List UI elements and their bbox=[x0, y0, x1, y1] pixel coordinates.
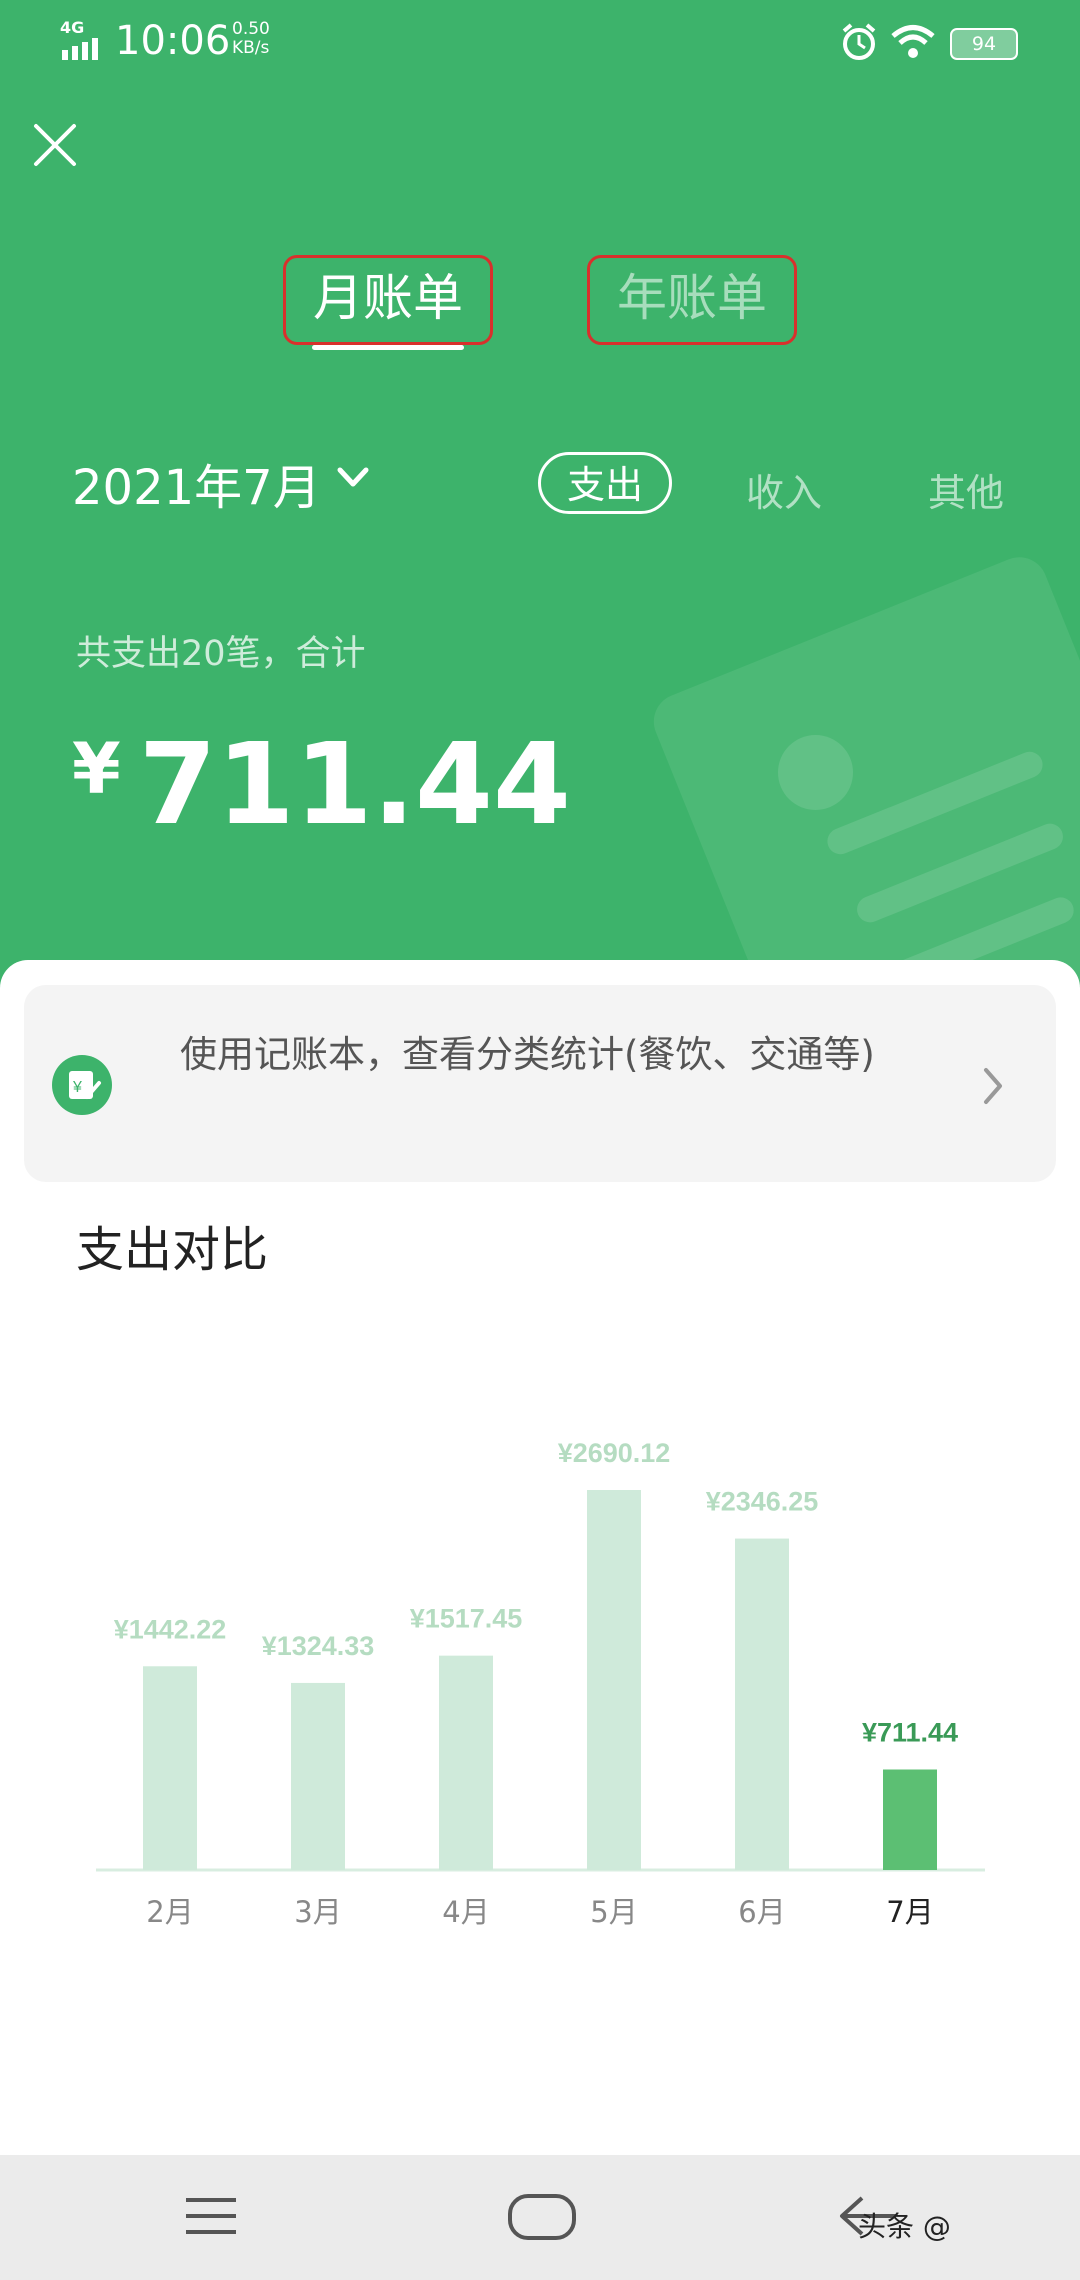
bar-7月 bbox=[883, 1769, 937, 1870]
ledger-icon: ¥ bbox=[52, 1055, 112, 1115]
bar-value-label: ¥711.44 bbox=[862, 1718, 958, 1748]
section-title: 支出对比 bbox=[76, 1222, 269, 1278]
x-tick-label: 4月 bbox=[442, 1895, 489, 1929]
filter-other-button[interactable]: 其他 bbox=[928, 462, 1004, 517]
signal-icon bbox=[62, 38, 98, 60]
wifi-icon bbox=[891, 25, 935, 58]
close-icon[interactable] bbox=[30, 120, 80, 170]
active-tab-indicator bbox=[312, 345, 464, 350]
chevron-right-icon[interactable] bbox=[982, 1066, 1004, 1106]
bar-value-label: ¥1517.45 bbox=[410, 1604, 523, 1634]
bar-2月 bbox=[143, 1666, 197, 1870]
expense-summary: 共支出20笔，合计 bbox=[76, 634, 366, 674]
promo-text[interactable]: 使用记账本，查看分类统计(餐饮、交通等) bbox=[180, 1025, 940, 1085]
watermark-text: 头条 @ bbox=[858, 2210, 951, 2243]
speed-unit: KB/s bbox=[232, 38, 270, 58]
speed-value: 0.50 bbox=[232, 19, 270, 39]
filter-income-button[interactable]: 收入 bbox=[746, 462, 822, 517]
bar-value-label: ¥1442.22 bbox=[114, 1614, 227, 1644]
total-amount: ¥711.44 bbox=[72, 720, 571, 850]
bar-5月 bbox=[587, 1490, 641, 1870]
x-tick-label: 5月 bbox=[590, 1895, 637, 1929]
bar-value-label: ¥2690.12 bbox=[558, 1438, 671, 1468]
home-icon[interactable] bbox=[508, 2194, 576, 2240]
decorative-circle bbox=[778, 735, 853, 810]
chevron-down-icon[interactable] bbox=[336, 466, 370, 490]
status-bar: 4G 10:06 0.50 KB/s 94 bbox=[0, 0, 1080, 90]
x-tick-label: 3月 bbox=[294, 1895, 341, 1929]
svg-text:¥: ¥ bbox=[72, 1079, 82, 1096]
x-tick-label: 6月 bbox=[738, 1895, 785, 1929]
battery-icon: 94 bbox=[950, 28, 1018, 60]
tab-monthly-bill[interactable]: 月账单 bbox=[283, 255, 493, 345]
alarm-icon bbox=[842, 23, 876, 60]
network-speed: 0.50 KB/s bbox=[232, 20, 270, 58]
month-picker[interactable]: 2021年7月 bbox=[72, 448, 321, 518]
filter-expense-button[interactable]: 支出 bbox=[538, 452, 672, 514]
x-tick-label: 2月 bbox=[146, 1895, 193, 1929]
bar-4月 bbox=[439, 1655, 493, 1870]
total-value: 711.44 bbox=[138, 720, 571, 850]
status-time: 10:06 bbox=[115, 18, 231, 64]
expense-comparison-chart: ¥1442.22 2月 ¥1324.33 3月 ¥1517.45 4月 ¥2690.12 5月… bbox=[96, 1438, 985, 1929]
x-tick-label: 7月 bbox=[886, 1895, 933, 1929]
menu-icon[interactable] bbox=[184, 2196, 238, 2236]
bar-3月 bbox=[291, 1682, 345, 1870]
bar-value-label: ¥1324.33 bbox=[262, 1631, 375, 1661]
tab-yearly-bill[interactable]: 年账单 bbox=[587, 255, 797, 345]
header: 4G 10:06 0.50 KB/s 94 月账单 年账单 2021年7月 支出… bbox=[0, 0, 1080, 1000]
bar-6月 bbox=[735, 1538, 789, 1870]
currency-symbol: ¥ bbox=[72, 728, 121, 810]
bar-value-label: ¥2346.25 bbox=[706, 1487, 819, 1517]
